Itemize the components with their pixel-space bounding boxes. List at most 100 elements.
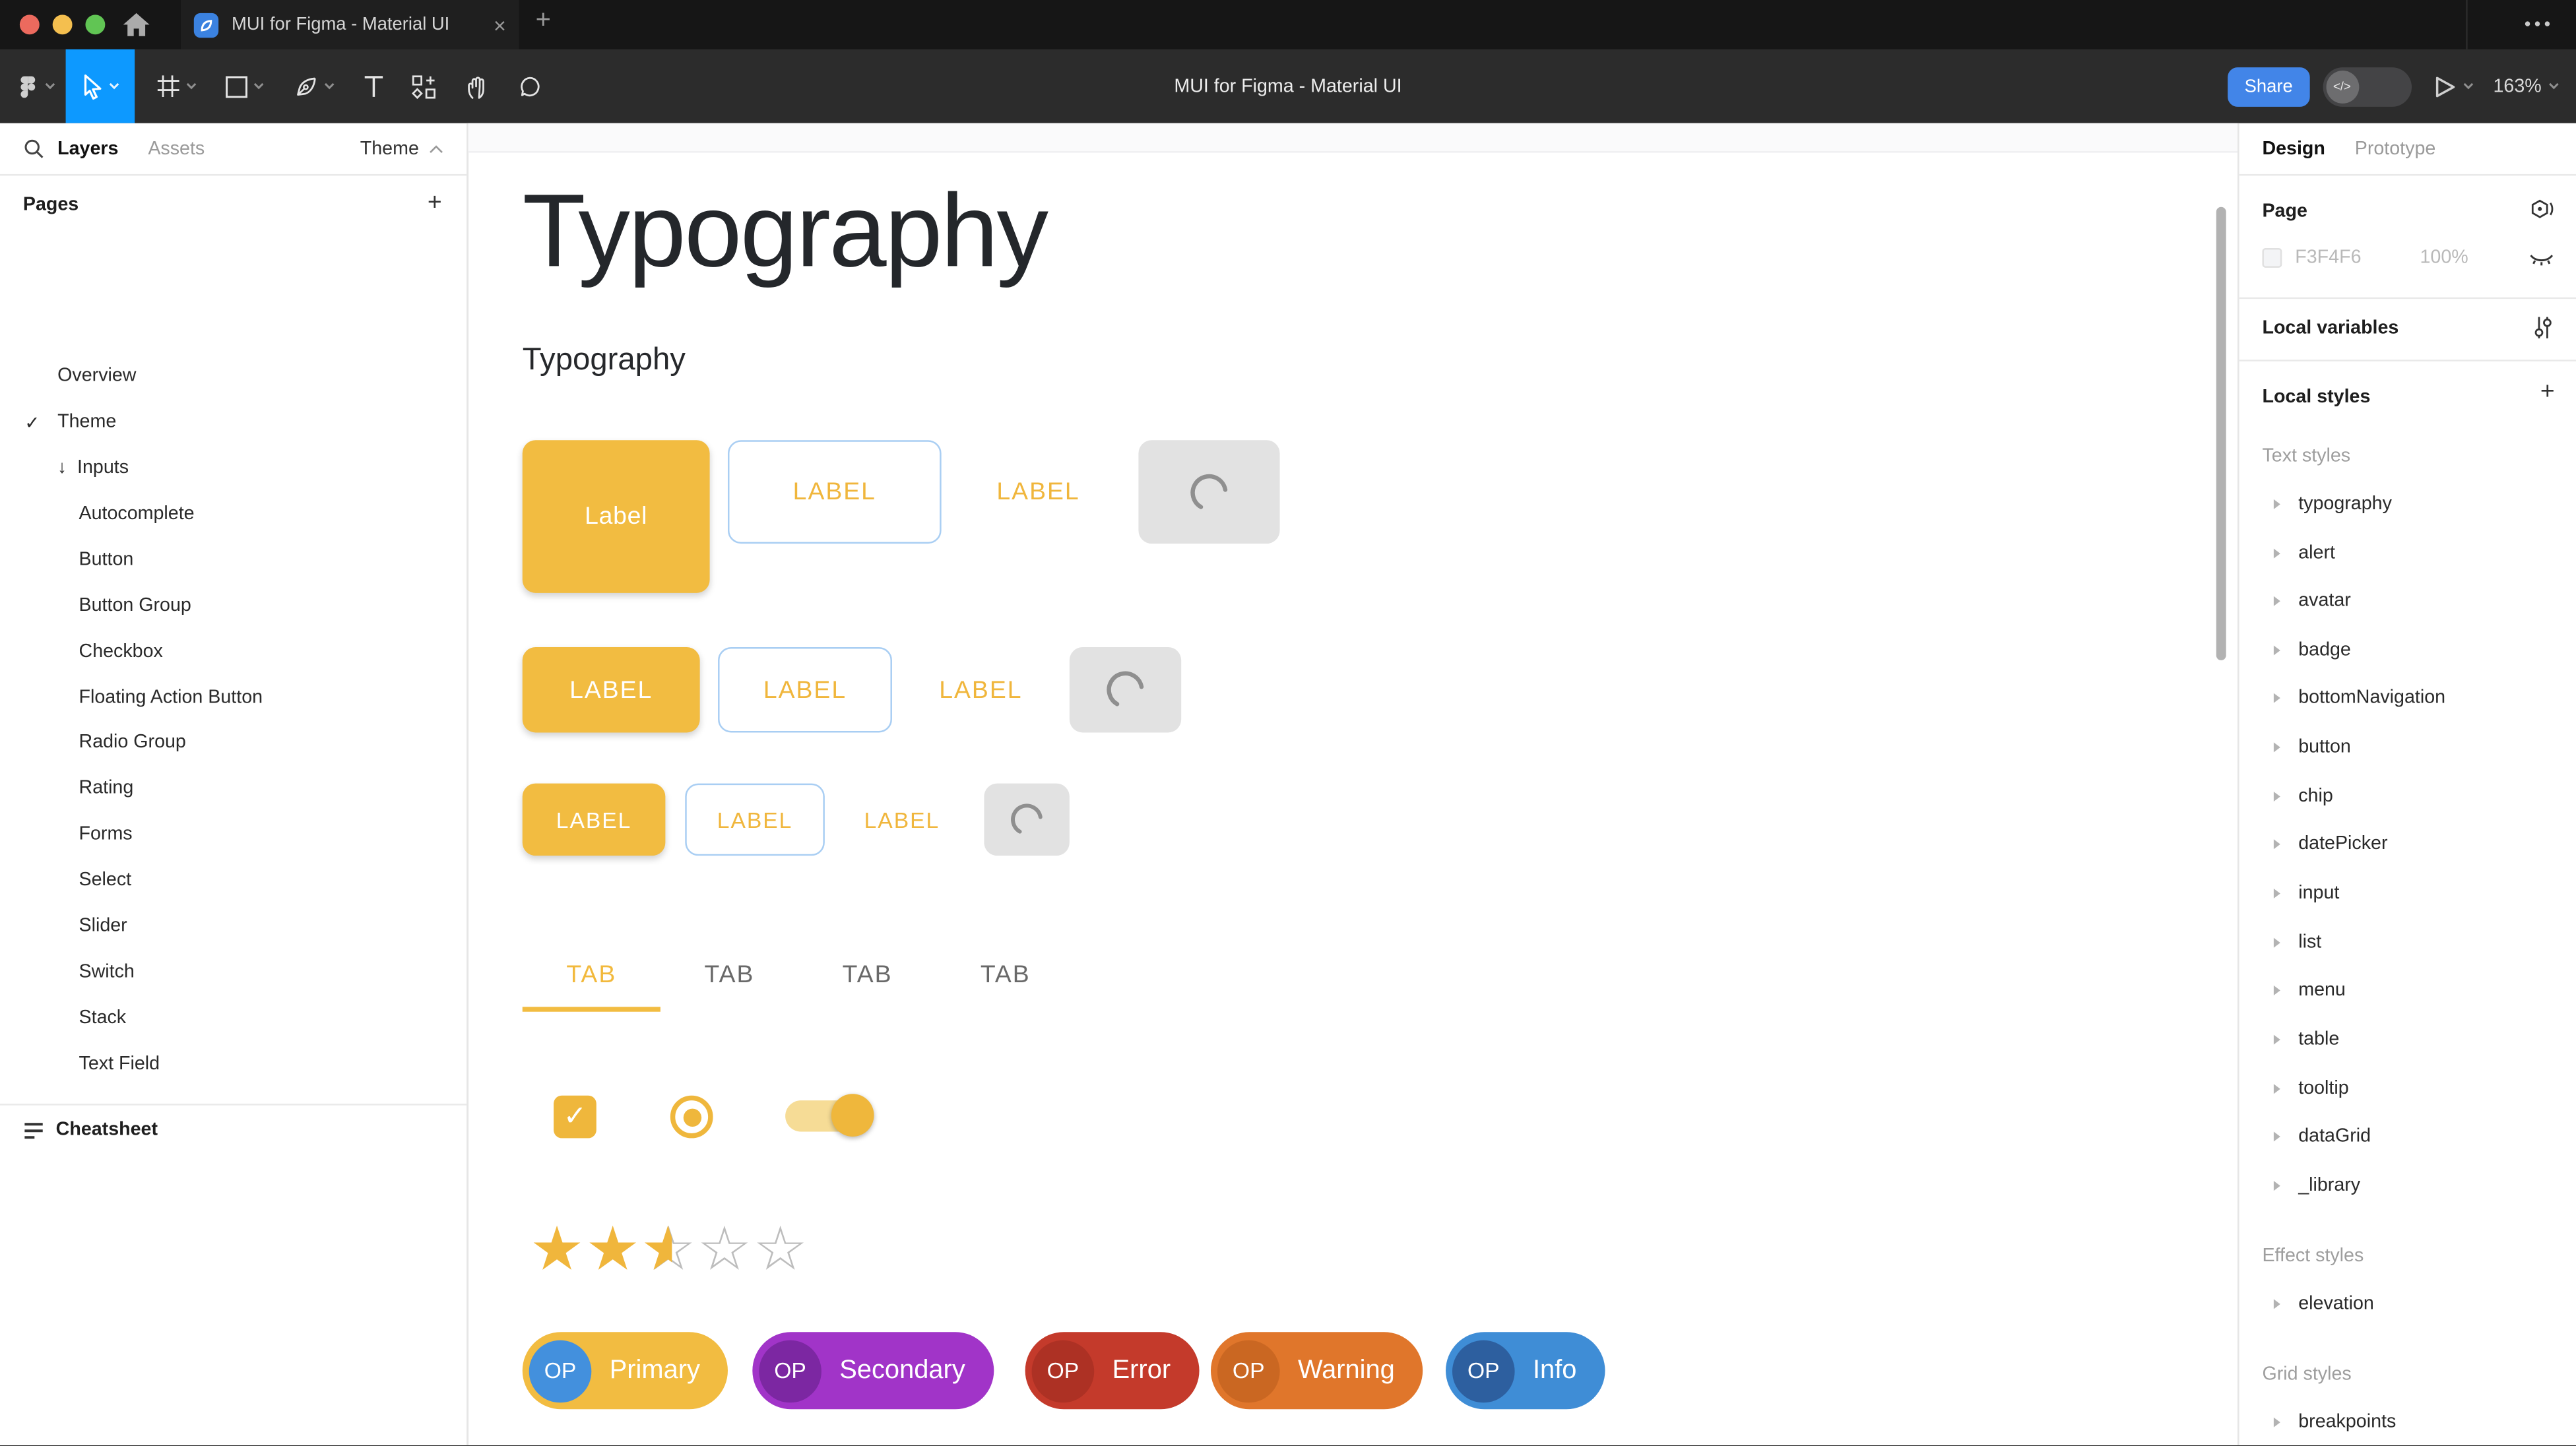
- disclosure-triangle-icon[interactable]: [2274, 888, 2280, 898]
- star-icon-empty[interactable]: ☆: [752, 1217, 808, 1283]
- radio-selected[interactable]: [670, 1096, 713, 1139]
- tab-item-3[interactable]: TAB: [798, 936, 936, 1012]
- chip-primary[interactable]: OP Primary: [523, 1332, 728, 1409]
- sidebar-page-checkbox[interactable]: Checkbox: [0, 629, 468, 676]
- style-table[interactable]: table: [2239, 1015, 2576, 1063]
- contained-button-medium[interactable]: LABEL: [523, 647, 700, 732]
- share-button[interactable]: Share: [2228, 67, 2309, 106]
- loading-button-small[interactable]: [984, 784, 1069, 856]
- sidebar-page-select[interactable]: Select: [0, 858, 468, 904]
- tab-close-icon[interactable]: ×: [494, 13, 506, 37]
- text-button-small[interactable]: LABEL: [849, 784, 954, 856]
- style-elevation[interactable]: elevation: [2239, 1280, 2576, 1327]
- contained-button-small[interactable]: LABEL: [523, 784, 666, 856]
- sidebar-page-text-field[interactable]: Text Field: [0, 1042, 468, 1088]
- disclosure-triangle-icon[interactable]: [2274, 499, 2280, 509]
- canvas-subheading[interactable]: Typography: [523, 343, 686, 379]
- sidebar-cheatsheet[interactable]: Cheatsheet: [0, 1106, 467, 1155]
- checkbox-checked[interactable]: ✓: [554, 1096, 596, 1139]
- sidebar-page-button[interactable]: Button: [0, 537, 468, 583]
- page-color-hex[interactable]: F3F4F6: [2295, 248, 2380, 268]
- window-zoom-button[interactable]: [85, 15, 105, 34]
- move-tool-button[interactable]: [66, 49, 135, 123]
- text-button-medium[interactable]: LABEL: [922, 647, 1040, 732]
- sidebar-page-forms[interactable]: Forms: [0, 811, 468, 858]
- sidebar-page-slider[interactable]: Slider: [0, 903, 468, 949]
- tab-prototype[interactable]: Prototype: [2355, 139, 2436, 158]
- sidebar-page-theme[interactable]: ✓Theme: [0, 399, 468, 445]
- text-button-large[interactable]: LABEL: [976, 440, 1101, 544]
- chip-info[interactable]: OP Info: [1446, 1332, 1605, 1409]
- disclosure-triangle-icon[interactable]: [2274, 741, 2280, 751]
- chip-secondary[interactable]: OP Secondary: [752, 1332, 993, 1409]
- outlined-button-small[interactable]: LABEL: [685, 784, 825, 856]
- style-menu[interactable]: menu: [2239, 966, 2576, 1013]
- style-typography[interactable]: typography: [2239, 480, 2576, 527]
- search-icon[interactable]: [23, 138, 44, 159]
- disclosure-triangle-icon[interactable]: [2274, 1180, 2280, 1190]
- star-icon-full[interactable]: ★: [585, 1217, 641, 1283]
- style-input[interactable]: input: [2239, 869, 2576, 916]
- sidebar-page-overview[interactable]: Overview: [0, 353, 468, 399]
- frame-tool-button[interactable]: [141, 49, 210, 123]
- tab-assets[interactable]: Assets: [148, 139, 205, 158]
- canvas-scrollbar[interactable]: [2216, 207, 2226, 660]
- disclosure-triangle-icon[interactable]: [2274, 791, 2280, 801]
- disclosure-triangle-icon[interactable]: [2274, 1131, 2280, 1141]
- disclosure-triangle-icon[interactable]: [2274, 692, 2280, 702]
- style-library[interactable]: _library: [2239, 1161, 2576, 1209]
- page-color-row[interactable]: F3F4F6 100%: [2262, 248, 2468, 268]
- disclosure-triangle-icon[interactable]: [2274, 985, 2280, 995]
- sidebar-page-inputs[interactable]: ↓Inputs: [0, 445, 468, 491]
- tab-item-1[interactable]: TAB: [523, 936, 660, 1012]
- style-badge[interactable]: badge: [2239, 626, 2576, 674]
- disclosure-triangle-icon[interactable]: [2274, 1298, 2280, 1308]
- dev-mode-toggle[interactable]: </>: [2323, 67, 2411, 106]
- style-chip[interactable]: chip: [2239, 772, 2576, 819]
- new-tab-icon[interactable]: +: [536, 7, 551, 36]
- star-icon-empty[interactable]: ☆: [697, 1217, 753, 1283]
- disclosure-triangle-icon[interactable]: [2274, 548, 2280, 557]
- variables-icon[interactable]: [2532, 315, 2555, 340]
- style-data-grid[interactable]: dataGrid: [2239, 1112, 2576, 1160]
- tab-item-2[interactable]: TAB: [660, 936, 798, 1012]
- disclosure-triangle-icon[interactable]: [2274, 1083, 2280, 1093]
- sidebar-page-radio-group[interactable]: Radio Group: [0, 720, 468, 766]
- sidebar-page-rating[interactable]: Rating: [0, 765, 468, 811]
- disclosure-triangle-icon[interactable]: [2274, 1416, 2280, 1426]
- page-theme-switcher[interactable]: Theme: [360, 139, 443, 158]
- eye-closed-icon[interactable]: [2528, 249, 2555, 269]
- home-icon[interactable]: [121, 11, 151, 38]
- hand-tool-button[interactable]: [450, 49, 503, 123]
- style-alert[interactable]: alert: [2239, 529, 2576, 577]
- add-style-icon[interactable]: +: [2540, 378, 2555, 406]
- star-icon-half[interactable]: ☆★: [641, 1217, 697, 1283]
- style-avatar[interactable]: avatar: [2239, 577, 2576, 624]
- switch-on[interactable]: [785, 1100, 870, 1131]
- styles-icon[interactable]: [2530, 199, 2554, 222]
- disclosure-triangle-icon[interactable]: [2274, 937, 2280, 947]
- tab-design[interactable]: Design: [2262, 139, 2325, 158]
- pen-tool-button[interactable]: [279, 49, 348, 123]
- present-button[interactable]: [2434, 75, 2474, 98]
- disclosure-triangle-icon[interactable]: [2274, 596, 2280, 606]
- disclosure-triangle-icon[interactable]: [2274, 838, 2280, 848]
- chip-error[interactable]: OP Error: [1025, 1332, 1199, 1409]
- style-date-picker[interactable]: datePicker: [2239, 819, 2576, 867]
- loading-button-large[interactable]: [1138, 440, 1279, 544]
- style-breakpoints[interactable]: breakpoints: [2239, 1398, 2576, 1445]
- loading-button-medium[interactable]: [1070, 647, 1181, 732]
- zoom-menu[interactable]: 163%: [2493, 77, 2560, 96]
- shape-tool-button[interactable]: [210, 49, 280, 123]
- outlined-button-large[interactable]: LABEL: [728, 440, 942, 544]
- tab-layers[interactable]: Layers: [57, 139, 118, 158]
- outlined-button-medium[interactable]: LABEL: [718, 647, 892, 732]
- disclosure-triangle-icon[interactable]: [2274, 644, 2280, 654]
- star-icon-full[interactable]: ★: [529, 1217, 585, 1283]
- window-minimize-button[interactable]: [53, 15, 73, 34]
- tab-item-4[interactable]: TAB: [936, 936, 1074, 1012]
- canvas-heading[interactable]: Typography: [523, 172, 1047, 290]
- style-tooltip[interactable]: tooltip: [2239, 1064, 2576, 1112]
- add-page-icon[interactable]: +: [428, 189, 442, 216]
- style-button[interactable]: button: [2239, 723, 2576, 770]
